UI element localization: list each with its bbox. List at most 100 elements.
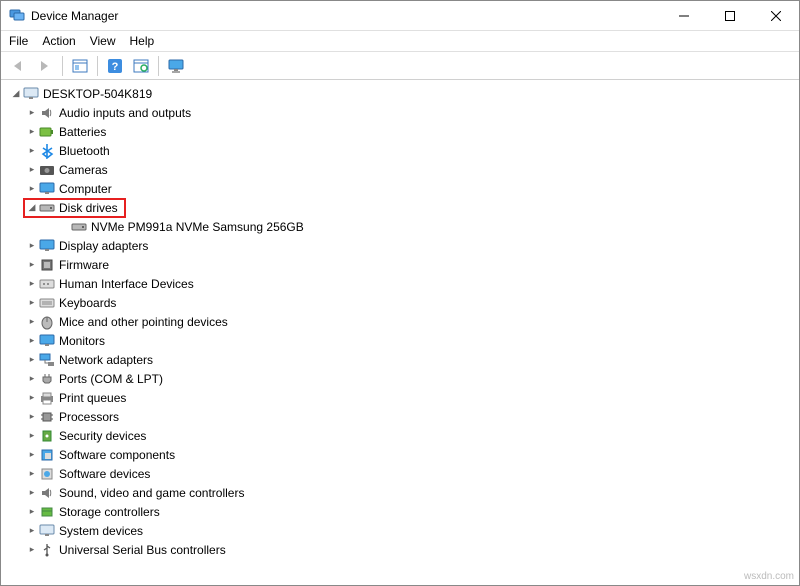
tree-item-batteries[interactable]: ▸ Batteries xyxy=(9,122,799,141)
tree-item-cameras[interactable]: ▸ Cameras xyxy=(9,160,799,179)
close-button[interactable] xyxy=(753,1,799,30)
toolbar: ? xyxy=(1,52,799,80)
network-icon xyxy=(39,352,55,368)
tree-item-software-devices[interactable]: ▸ Software devices xyxy=(9,464,799,483)
computer-icon xyxy=(23,86,39,102)
tree-item-computer[interactable]: ▸ Computer xyxy=(9,179,799,198)
device-tree[interactable]: ◢ DESKTOP-504K819 ▸ Audio inputs and out… xyxy=(1,80,799,582)
tree-item-sound[interactable]: ▸ Sound, video and game controllers xyxy=(9,483,799,502)
tree-item-security[interactable]: ▸ Security devices xyxy=(9,426,799,445)
toolbar-separator xyxy=(62,56,63,76)
menu-file[interactable]: File xyxy=(9,34,28,48)
menubar: File Action View Help xyxy=(1,31,799,52)
tree-item-ports[interactable]: ▸ Ports (COM & LPT) xyxy=(9,369,799,388)
svg-text:?: ? xyxy=(112,61,119,73)
tree-item-display[interactable]: ▸ Display adapters xyxy=(9,236,799,255)
chevron-right-icon[interactable]: ▸ xyxy=(25,182,39,196)
chevron-right-icon[interactable]: ▸ xyxy=(25,144,39,158)
tree-root[interactable]: ◢ DESKTOP-504K819 xyxy=(9,84,799,103)
tree-item-mice[interactable]: ▸ Mice and other pointing devices xyxy=(9,312,799,331)
chevron-right-icon[interactable]: ▸ xyxy=(25,163,39,177)
tree-item-keyboards[interactable]: ▸ Keyboards xyxy=(9,293,799,312)
keyboard-icon xyxy=(39,295,55,311)
software-components-icon xyxy=(39,447,55,463)
storage-icon xyxy=(39,504,55,520)
device-manager-icon xyxy=(9,8,25,24)
tree-item-firmware[interactable]: ▸ Firmware xyxy=(9,255,799,274)
processor-icon xyxy=(39,409,55,425)
tree-item-audio[interactable]: ▸ Audio inputs and outputs xyxy=(9,103,799,122)
mouse-icon xyxy=(39,314,55,330)
tree-item-system[interactable]: ▸ System devices xyxy=(9,521,799,540)
firmware-icon xyxy=(39,257,55,273)
monitor-icon xyxy=(39,333,55,349)
ports-icon xyxy=(39,371,55,387)
printer-icon xyxy=(39,390,55,406)
computer-icon xyxy=(39,181,55,197)
tree-item-processors[interactable]: ▸ Processors xyxy=(9,407,799,426)
maximize-button[interactable] xyxy=(707,1,753,30)
highlight-box: ◢ Disk drives xyxy=(23,198,126,218)
menu-view[interactable]: View xyxy=(90,34,116,48)
minimize-button[interactable] xyxy=(661,1,707,30)
camera-icon xyxy=(39,162,55,178)
disk-drive-icon xyxy=(39,200,55,216)
display-icon xyxy=(39,238,55,254)
software-devices-icon xyxy=(39,466,55,482)
chevron-right-icon[interactable]: ▸ xyxy=(25,391,39,405)
chevron-right-icon[interactable]: ▸ xyxy=(25,486,39,500)
chevron-right-icon[interactable]: ▸ xyxy=(25,315,39,329)
hid-icon xyxy=(39,276,55,292)
system-icon xyxy=(39,523,55,539)
sound-icon xyxy=(39,485,55,501)
chevron-right-icon[interactable]: ▸ xyxy=(25,239,39,253)
usb-icon xyxy=(39,542,55,558)
audio-icon xyxy=(39,105,55,121)
help-button[interactable]: ? xyxy=(103,55,127,77)
chevron-right-icon[interactable]: ▸ xyxy=(25,258,39,272)
chevron-right-icon[interactable]: ▸ xyxy=(25,296,39,310)
tree-item-usb[interactable]: ▸ Universal Serial Bus controllers xyxy=(9,540,799,559)
tree-item-disk-drives[interactable]: ◢ Disk drives xyxy=(9,198,799,217)
chevron-right-icon[interactable]: ▸ xyxy=(25,353,39,367)
chevron-right-icon[interactable]: ▸ xyxy=(25,125,39,139)
chevron-right-icon[interactable]: ▸ xyxy=(25,429,39,443)
window-title: Device Manager xyxy=(31,9,118,23)
chevron-right-icon[interactable]: ▸ xyxy=(25,543,39,557)
chevron-right-icon[interactable]: ▸ xyxy=(25,467,39,481)
tree-item-software-components[interactable]: ▸ Software components xyxy=(9,445,799,464)
chevron-right-icon[interactable]: ▸ xyxy=(25,372,39,386)
titlebar: Device Manager xyxy=(1,1,799,31)
chevron-right-icon[interactable]: ▸ xyxy=(25,410,39,424)
chevron-right-icon[interactable]: ▸ xyxy=(25,505,39,519)
tree-item-network[interactable]: ▸ Network adapters xyxy=(9,350,799,369)
scan-hardware-button[interactable] xyxy=(129,55,153,77)
tree-item-storage[interactable]: ▸ Storage controllers xyxy=(9,502,799,521)
disk-drive-icon xyxy=(71,219,87,235)
toolbar-separator xyxy=(97,56,98,76)
tree-item-print-queues[interactable]: ▸ Print queues xyxy=(9,388,799,407)
bluetooth-icon xyxy=(39,143,55,159)
tree-item-disk-child[interactable]: ▸ NVMe PM991a NVMe Samsung 256GB xyxy=(9,217,799,236)
tree-item-bluetooth[interactable]: ▸ Bluetooth xyxy=(9,141,799,160)
battery-icon xyxy=(39,124,55,140)
chevron-right-icon[interactable]: ▸ xyxy=(25,277,39,291)
tree-item-monitors[interactable]: ▸ Monitors xyxy=(9,331,799,350)
menu-help[interactable]: Help xyxy=(130,34,155,48)
show-hide-console-button[interactable] xyxy=(68,55,92,77)
chevron-down-icon[interactable]: ◢ xyxy=(25,201,39,215)
chevron-right-icon[interactable]: ▸ xyxy=(25,334,39,348)
monitor-button[interactable] xyxy=(164,55,188,77)
tree-item-hid[interactable]: ▸ Human Interface Devices xyxy=(9,274,799,293)
chevron-right-icon[interactable]: ▸ xyxy=(25,448,39,462)
chevron-none: ▸ xyxy=(57,220,71,234)
tree-root-label: DESKTOP-504K819 xyxy=(43,87,152,101)
back-button[interactable] xyxy=(7,55,31,77)
chevron-right-icon[interactable]: ▸ xyxy=(25,524,39,538)
chevron-right-icon[interactable]: ▸ xyxy=(25,106,39,120)
menu-action[interactable]: Action xyxy=(42,34,75,48)
toolbar-separator xyxy=(158,56,159,76)
forward-button[interactable] xyxy=(33,55,57,77)
watermark: wsxdn.com xyxy=(744,571,794,582)
chevron-down-icon[interactable]: ◢ xyxy=(9,87,23,101)
